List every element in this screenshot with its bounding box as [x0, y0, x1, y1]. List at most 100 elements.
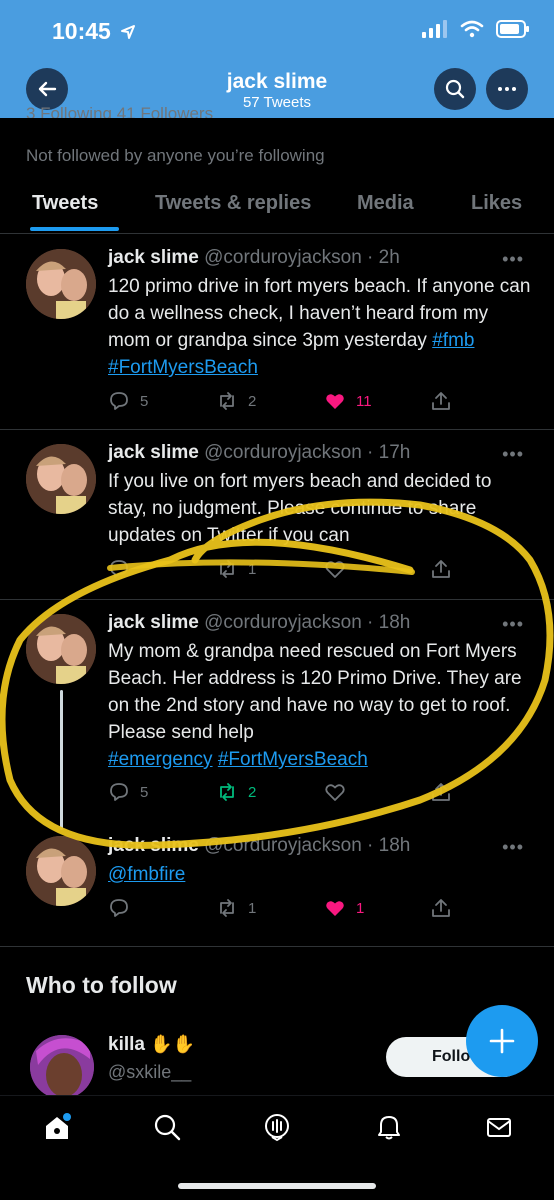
- retweet-icon: [220, 899, 234, 917]
- share-button[interactable]: [430, 897, 452, 919]
- hashtag-link[interactable]: #emergency: [108, 749, 213, 770]
- compose-tweet-button[interactable]: [466, 1005, 538, 1077]
- reply-icon: [110, 392, 128, 410]
- followers-you-know: Not followed by anyone you’re following: [26, 146, 325, 165]
- tweet-body: My mom & grandpa need rescued on Fort My…: [108, 641, 522, 743]
- retweet-button[interactable]: 2: [216, 781, 256, 803]
- tweet-more-button[interactable]: •••: [502, 444, 524, 465]
- tweet-actions: 5 2: [108, 781, 548, 809]
- follow-counts[interactable]: 3 Following 41 Followers: [26, 104, 213, 118]
- tab-tweets[interactable]: Tweets: [32, 192, 98, 215]
- retweet-button[interactable]: 2: [216, 390, 256, 412]
- reply-button[interactable]: 5: [108, 390, 148, 412]
- author-handle[interactable]: @corduroyjackson · 2h: [204, 247, 400, 268]
- tweet-actions: 5 2 11: [108, 390, 548, 418]
- tab-tweets-replies[interactable]: Tweets & replies: [155, 192, 311, 215]
- profile-tabs: Tweets Tweets & replies Media Likes: [0, 180, 554, 234]
- share-button[interactable]: [430, 390, 452, 412]
- tab-likes[interactable]: Likes: [471, 192, 522, 215]
- search-icon: [445, 79, 465, 99]
- tweet[interactable]: jack slime @corduroyjackson · 17h ••• If…: [0, 430, 554, 600]
- author-name[interactable]: jack slime: [108, 442, 199, 463]
- author-handle[interactable]: @corduroyjackson · 18h: [204, 612, 410, 633]
- like-count: 11: [356, 392, 372, 410]
- more-icon: [498, 87, 516, 91]
- tweet-text: @fmbfire: [108, 861, 533, 888]
- hashtag-link[interactable]: #fmb: [432, 330, 474, 351]
- tweet-more-button[interactable]: •••: [502, 249, 524, 270]
- status-indicators: [422, 20, 530, 38]
- notifications-icon: [378, 1116, 400, 1140]
- retweet-button[interactable]: 1: [216, 558, 256, 580]
- share-button[interactable]: [430, 558, 452, 580]
- tweet[interactable]: jack slime @corduroyjackson · 18h ••• My…: [0, 600, 554, 830]
- avatar-photo: [26, 444, 96, 514]
- like-button[interactable]: 11: [324, 390, 372, 412]
- tweet-more-button[interactable]: •••: [502, 837, 524, 858]
- avatar[interactable]: [26, 444, 96, 514]
- reply-button[interactable]: [108, 897, 140, 919]
- hashtag-link[interactable]: #FortMyersBeach: [108, 357, 258, 378]
- suggested-user-handle[interactable]: @sxkile__: [108, 1062, 191, 1083]
- author-name[interactable]: jack slime: [108, 835, 199, 856]
- tweet-text: My mom & grandpa need rescued on Fort My…: [108, 638, 533, 773]
- tweet-text: 120 primo drive in fort myers beach. If …: [108, 273, 533, 381]
- suggested-user-name-text: killa: [108, 1034, 145, 1055]
- avatar[interactable]: [26, 836, 96, 906]
- search-button[interactable]: [434, 68, 476, 110]
- retweet-count: 2: [248, 783, 257, 801]
- home-indicator: [178, 1183, 376, 1189]
- author-handle[interactable]: @corduroyjackson · 18h: [204, 835, 410, 856]
- nav-messages[interactable]: [482, 1110, 516, 1144]
- thread-connector: [60, 690, 63, 830]
- profile-header: 10:45 jack slime 57 Tweets: [0, 0, 554, 118]
- hashtag-link[interactable]: #FortMyersBeach: [218, 749, 368, 770]
- battery-icon: [496, 20, 529, 38]
- mention-link[interactable]: @fmbfire: [108, 864, 185, 885]
- wifi-icon: [460, 20, 484, 38]
- tweet-header: jack slime @corduroyjackson · 17h: [108, 442, 410, 464]
- nav-notifications[interactable]: [372, 1110, 406, 1144]
- avatar-photo: [30, 1035, 94, 1099]
- reply-count: 5: [140, 392, 149, 410]
- share-button[interactable]: [430, 781, 452, 803]
- suggested-user-avatar[interactable]: [30, 1035, 94, 1099]
- avatar-photo: [26, 836, 96, 906]
- tab-media[interactable]: Media: [357, 192, 414, 215]
- retweet-icon: [220, 560, 234, 578]
- reply-button[interactable]: 5: [108, 781, 148, 803]
- author-name[interactable]: jack slime: [108, 612, 199, 633]
- retweet-count: 1: [248, 560, 257, 578]
- tweet-more-button[interactable]: •••: [502, 614, 524, 635]
- tweet-body: If you live on fort myers beach and deci…: [108, 471, 492, 546]
- suggested-user-name[interactable]: killa ✋✋: [108, 1034, 195, 1056]
- location-arrow-icon: [121, 25, 135, 39]
- reply-icon: [110, 560, 128, 578]
- like-icon: [326, 901, 344, 916]
- author-handle[interactable]: @corduroyjackson · 17h: [204, 442, 410, 463]
- retweet-button[interactable]: 1: [216, 897, 256, 919]
- retweet-icon: [220, 392, 234, 410]
- like-button[interactable]: [324, 558, 356, 580]
- more-button[interactable]: [486, 68, 528, 110]
- share-icon: [432, 783, 450, 801]
- avatar-photo: [26, 249, 96, 319]
- nav-home[interactable]: [40, 1110, 74, 1144]
- tweet[interactable]: jack slime @corduroyjackson · 18h ••• @f…: [0, 826, 554, 946]
- like-button[interactable]: [324, 781, 356, 803]
- tweet-header: jack slime @corduroyjackson · 18h: [108, 835, 410, 857]
- retweet-count: 2: [248, 392, 257, 410]
- like-button[interactable]: 1: [324, 897, 364, 919]
- share-icon: [432, 392, 450, 410]
- tweet-text: If you live on fort myers beach and deci…: [108, 468, 533, 549]
- avatar[interactable]: [26, 249, 96, 319]
- tweet[interactable]: jack slime @corduroyjackson · 2h ••• 120…: [0, 235, 554, 430]
- reply-button[interactable]: [108, 558, 140, 580]
- clapping-hands-emoji-icon: ✋✋: [150, 1034, 196, 1054]
- author-name[interactable]: jack slime: [108, 247, 199, 268]
- nav-spaces[interactable]: [260, 1110, 294, 1144]
- avatar[interactable]: [26, 614, 96, 684]
- who-to-follow-title: Who to follow: [26, 972, 177, 998]
- home-icon: [46, 1113, 71, 1139]
- nav-search[interactable]: [150, 1110, 184, 1144]
